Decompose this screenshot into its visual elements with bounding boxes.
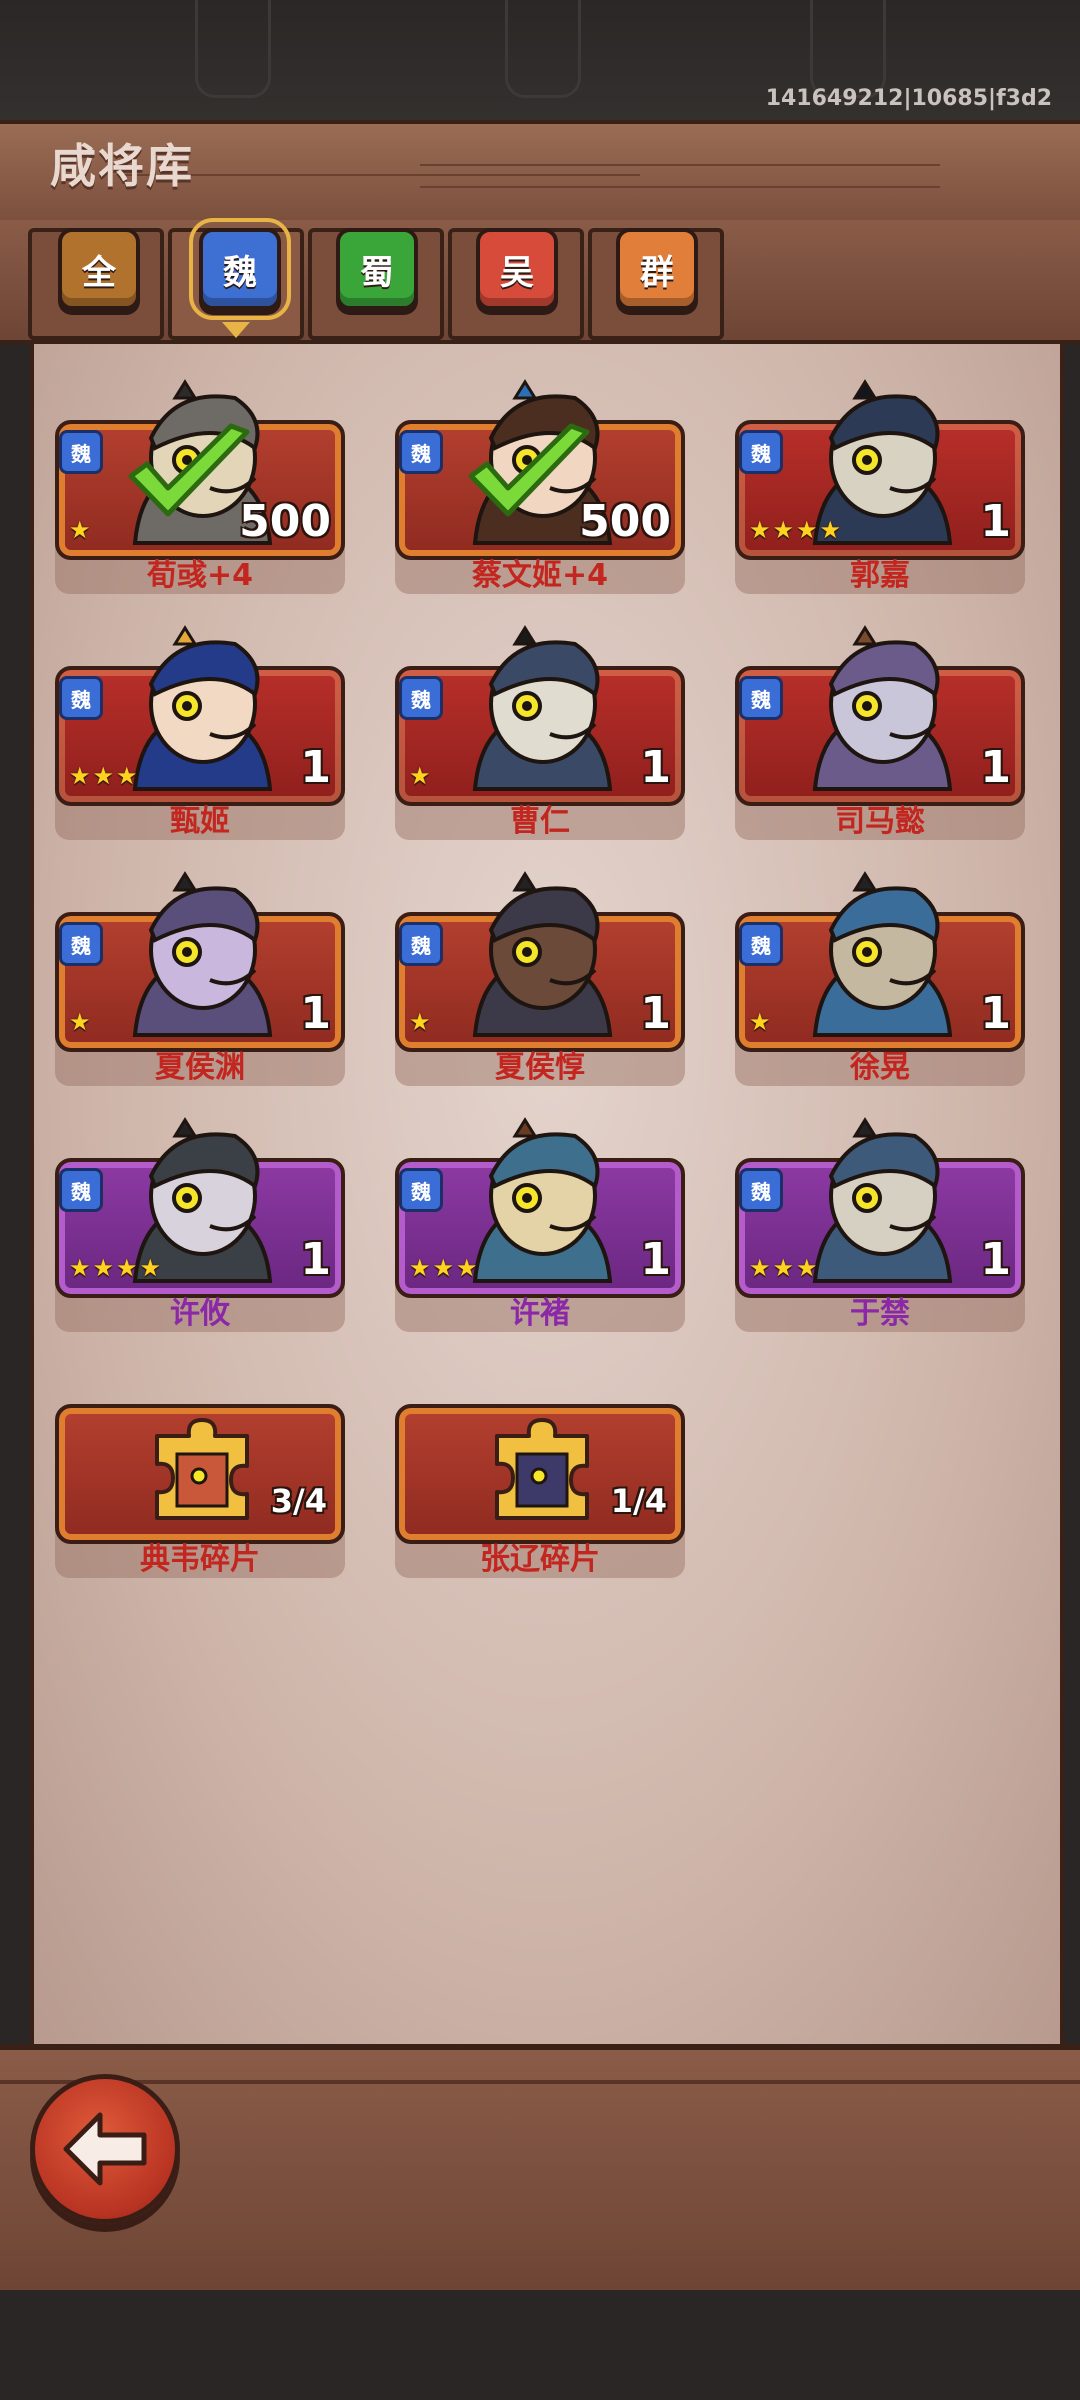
general-name: 徐晃: [850, 1050, 910, 1085]
star-rating: ★: [409, 762, 433, 790]
fragment-name: 张辽碎片: [480, 1542, 600, 1577]
faction-badge: 魏: [59, 1168, 103, 1212]
general-card[interactable]: 魏 ★ 1 夏侯惇: [395, 870, 685, 1086]
general-portrait-icon: [812, 871, 953, 1037]
general-card[interactable]: 魏 ★★★★ 1 许攸: [55, 1116, 345, 1332]
general-count: 1: [980, 742, 1011, 793]
faction-badge: 魏: [399, 922, 443, 966]
faction-badge: 魏: [59, 922, 103, 966]
general-portrait-icon: [812, 1117, 953, 1283]
general-name: 甄姬: [170, 804, 230, 839]
tab-all[interactable]: 全: [58, 228, 140, 310]
system-nav-area: [0, 2290, 1080, 2400]
general-count: 1: [300, 742, 331, 793]
general-card[interactable]: 魏 ★★★ 1 许褚: [395, 1116, 685, 1332]
tab-wei[interactable]: 魏: [189, 218, 291, 320]
general-portrait-icon: [472, 1117, 613, 1283]
fragment-card[interactable]: 1/4 张辽碎片: [395, 1362, 685, 1578]
faction-badge: 魏: [739, 1168, 783, 1212]
general-name: 夏侯惇: [495, 1050, 585, 1085]
faction-badge: 魏: [399, 1168, 443, 1212]
general-name: 夏侯渊: [155, 1050, 245, 1085]
general-count: 1: [640, 742, 671, 793]
general-portrait-icon: [132, 625, 273, 791]
star-rating: ★: [69, 516, 93, 544]
general-name: 郭嘉: [850, 558, 910, 593]
build-id-text: 141649212|10685|f3d2: [765, 86, 1052, 111]
faction-badge: 魏: [739, 430, 783, 474]
puzzle-fragment-icon: [495, 1418, 589, 1520]
general-name: 许褚: [510, 1296, 570, 1331]
back-button[interactable]: [30, 2074, 180, 2224]
general-name: 司马懿: [835, 804, 925, 839]
background-ornament: [195, 0, 271, 98]
checkmark-icon: [468, 423, 590, 517]
back-arrow-icon: [63, 2112, 147, 2186]
general-portrait-icon: [812, 625, 953, 791]
general-count: 1: [300, 988, 331, 1039]
star-rating: ★★★: [409, 1254, 480, 1282]
general-card[interactable]: 魏 ★★★★ 1 郭嘉: [735, 378, 1025, 594]
puzzle-fragment-icon: [155, 1418, 249, 1520]
general-card[interactable]: 魏 ★★★ 1 于禁: [735, 1116, 1025, 1332]
star-rating: ★: [409, 1008, 433, 1036]
checkmark-icon: [128, 423, 250, 517]
general-name: 荀彧+4: [146, 558, 253, 593]
general-card[interactable]: 魏 ★ 1 夏侯渊: [55, 870, 345, 1086]
faction-badge: 魏: [739, 922, 783, 966]
general-count: 1: [980, 496, 1011, 547]
general-count: 500: [579, 496, 671, 547]
star-rating: ★★★★: [69, 1254, 164, 1282]
general-name: 许攸: [170, 1296, 230, 1331]
faction-badge: 魏: [59, 430, 103, 474]
general-count: 1: [980, 988, 1011, 1039]
general-card[interactable]: 魏 ★ 1 徐晃: [735, 870, 1025, 1086]
general-count: 1: [300, 1234, 331, 1285]
faction-badge: 魏: [59, 676, 103, 720]
faction-badge: 魏: [399, 676, 443, 720]
active-tab-pointer-icon: [222, 322, 250, 338]
general-portrait-icon: [472, 871, 613, 1037]
star-rating: ★★★: [749, 1254, 820, 1282]
star-rating: ★★★★: [749, 516, 844, 544]
general-card[interactable]: 魏 ★★★ 1 甄姬: [55, 624, 345, 840]
faction-badge: 魏: [399, 430, 443, 474]
general-count: 1: [640, 1234, 671, 1285]
background-ornament: [810, 0, 886, 98]
general-card[interactable]: 魏 1 司马懿: [735, 624, 1025, 840]
star-rating: ★: [749, 1008, 773, 1036]
general-card[interactable]: 魏 ★ 1 曹仁: [395, 624, 685, 840]
general-name: 于禁: [850, 1296, 910, 1331]
general-card[interactable]: 魏 ★ 500 荀彧+4: [55, 378, 345, 594]
general-name: 曹仁: [510, 804, 570, 839]
fragment-name: 典韦碎片: [140, 1542, 260, 1577]
star-rating: ★: [69, 1008, 93, 1036]
general-count: 500: [239, 496, 331, 547]
general-name: 蔡文姬+4: [471, 558, 608, 593]
tab-wu[interactable]: 吴: [476, 228, 558, 310]
fragment-card[interactable]: 3/4 典韦碎片: [55, 1362, 345, 1578]
general-card[interactable]: 魏 500 蔡文姬+4: [395, 378, 685, 594]
fragment-progress: 3/4: [270, 1482, 327, 1520]
general-portrait-icon: [472, 625, 613, 791]
general-portrait-icon: [132, 871, 273, 1037]
tab-shu[interactable]: 蜀: [336, 228, 418, 310]
star-rating: ★★★: [69, 762, 140, 790]
general-count: 1: [980, 1234, 1011, 1285]
background-ornament: [505, 0, 581, 98]
fragment-progress: 1/4: [610, 1482, 667, 1520]
tab-qun[interactable]: 群: [616, 228, 698, 310]
page-title: 咸将库: [50, 139, 194, 193]
faction-badge: 魏: [739, 676, 783, 720]
general-count: 1: [640, 988, 671, 1039]
